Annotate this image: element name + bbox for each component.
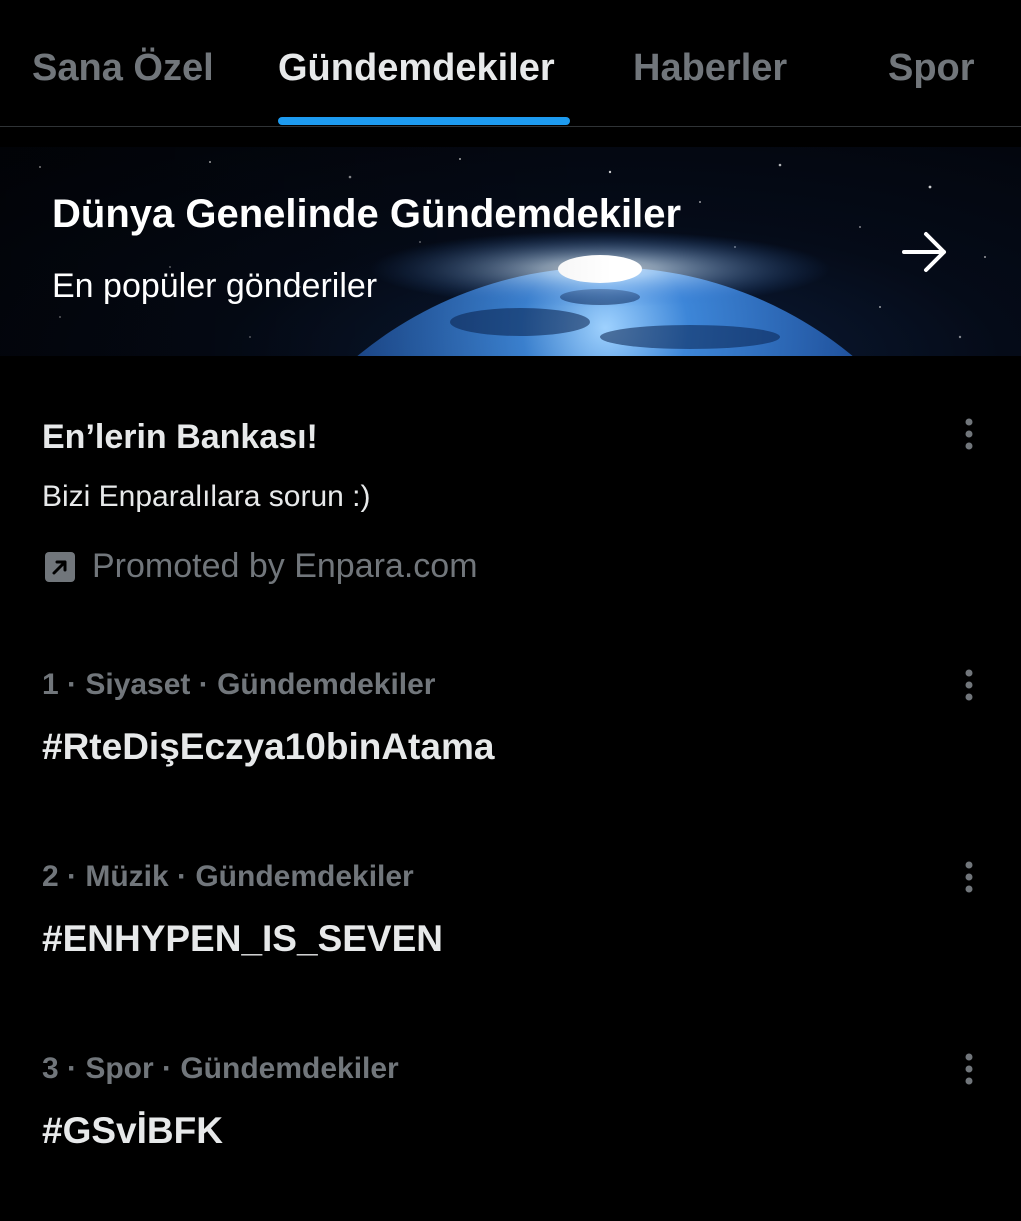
trend-hashtag: #RteDişEczya10binAtama [42, 726, 495, 767]
tab-label: Haberler [633, 47, 788, 89]
promoted-by-text: Promoted by Enpara.com [92, 547, 478, 585]
trend-item-2[interactable]: 2 · Müzik · Gündemdekiler #ENHYPEN_IS_SE… [0, 859, 1021, 1029]
hero-title: Dünya Genelinde Gündemdekiler [52, 192, 682, 236]
hero-subtitle: En popüler gönderiler [52, 267, 378, 305]
tab-label: Spor [888, 47, 975, 89]
more-options-icon[interactable] [952, 414, 986, 454]
tab-gundemdekiler[interactable]: Gündemdekiler [250, 0, 595, 126]
tab-spor[interactable]: Spor [835, 0, 1021, 126]
trend-meta: 3 · Spor · Gündemdekiler [42, 1052, 399, 1085]
more-options-icon[interactable] [952, 857, 986, 897]
promoted-description: Bizi Enparalılara sorun :) [42, 480, 371, 513]
trend-meta: 1 · Siyaset · Gündemdekiler [42, 668, 436, 701]
promoted-title[interactable]: En’lerin Bankası! [42, 416, 318, 458]
trend-hashtag: #GSvİBFK [42, 1110, 223, 1151]
tab-label: Sana Özel [32, 47, 214, 89]
trend-item-1[interactable]: 1 · Siyaset · Gündemdekiler #RteDişEczya… [0, 667, 1021, 837]
more-options-icon[interactable] [952, 665, 986, 705]
explore-tab-bar: Sana Özel Gündemdekiler Haberler Spor [0, 0, 1021, 127]
trend-meta: 2 · Müzik · Gündemdekiler [42, 860, 414, 893]
arrow-right-icon[interactable] [900, 228, 952, 276]
promoted-arrow-icon [45, 552, 75, 582]
tab-haberler[interactable]: Haberler [595, 0, 835, 126]
more-options-icon[interactable] [952, 1049, 986, 1089]
active-tab-indicator [278, 117, 570, 125]
trend-hashtag: #ENHYPEN_IS_SEVEN [42, 918, 444, 959]
tab-label: Gündemdekiler [278, 47, 555, 89]
earth-space-image [0, 147, 1021, 356]
trend-item-3[interactable]: 3 · Spor · Gündemdekiler #GSvİBFK [0, 1051, 1021, 1221]
worldwide-trending-banner[interactable] [0, 147, 1021, 356]
tab-sana-ozel[interactable]: Sana Özel [0, 0, 250, 126]
